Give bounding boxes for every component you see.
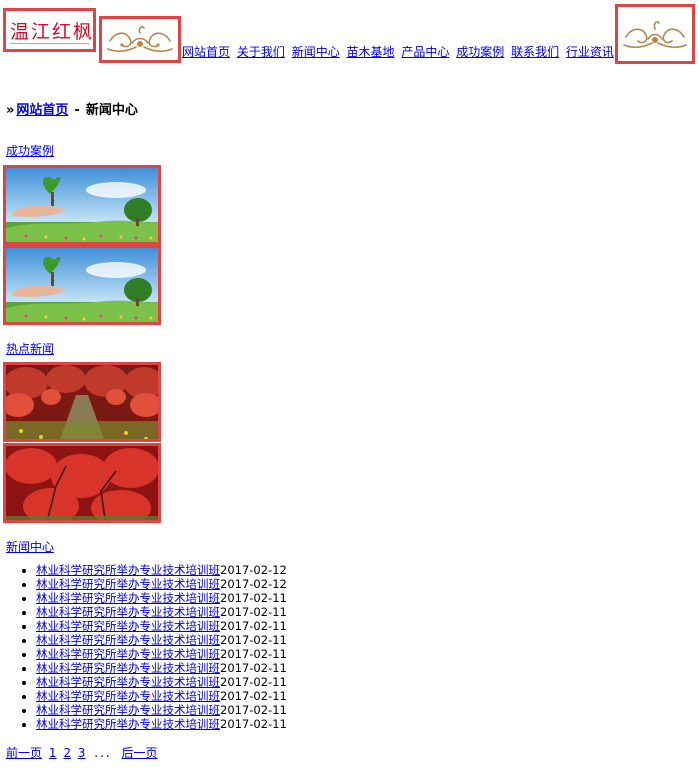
news-center-section-link[interactable]: 新闻中心 bbox=[6, 538, 54, 555]
logo-text: 温江红枫 bbox=[10, 21, 95, 43]
news-date: 2017-02-12 bbox=[220, 563, 287, 577]
news-title-link[interactable]: 林业科学研究所举办专业技术培训班 bbox=[36, 591, 220, 605]
logo-underline bbox=[10, 43, 89, 44]
breadcrumb-home-link[interactable]: 网站首页 bbox=[16, 103, 68, 118]
flourish-icon bbox=[623, 21, 687, 48]
next-page-link[interactable]: 后一页 bbox=[122, 746, 158, 760]
news-title-link[interactable]: 林业科学研究所举办专业技术培训班 bbox=[36, 605, 220, 619]
news-title-link[interactable]: 林业科学研究所举办专业技术培训班 bbox=[36, 619, 220, 633]
news-date: 2017-02-12 bbox=[220, 577, 287, 591]
news-date: 2017-02-11 bbox=[220, 619, 287, 633]
news-date: 2017-02-11 bbox=[220, 661, 287, 675]
nav-item-contact[interactable]: 联系我们 bbox=[511, 45, 559, 59]
list-item: 林业科学研究所举办专业技术培训班2017-02-11 bbox=[36, 661, 287, 675]
news-list: 林业科学研究所举办专业技术培训班2017-02-12 林业科学研究所举办专业技术… bbox=[0, 563, 287, 731]
news-title-link[interactable]: 林业科学研究所举办专业技术培训班 bbox=[36, 647, 220, 661]
breadcrumb-current: 新闻中心 bbox=[85, 103, 138, 118]
list-item: 林业科学研究所举办专业技术培训班2017-02-11 bbox=[36, 717, 287, 731]
hot-news-section-link[interactable]: 热点新闻 bbox=[6, 340, 54, 357]
list-item: 林业科学研究所举办专业技术培训班2017-02-11 bbox=[36, 591, 287, 605]
news-date: 2017-02-11 bbox=[220, 689, 287, 703]
news-date: 2017-02-11 bbox=[220, 675, 287, 689]
page-link-1[interactable]: 1 bbox=[49, 746, 57, 760]
nav-item-cases[interactable]: 成功案例 bbox=[456, 45, 504, 59]
ornament-image-left bbox=[99, 16, 181, 63]
list-item: 林业科学研究所举办专业技术培训班2017-02-11 bbox=[36, 675, 287, 689]
news-title-link[interactable]: 林业科学研究所举办专业技术培训班 bbox=[36, 633, 220, 647]
news-title-link[interactable]: 林业科学研究所举办专业技术培训班 bbox=[36, 689, 220, 703]
news-date: 2017-02-11 bbox=[220, 633, 287, 647]
hot-news-image-2[interactable] bbox=[3, 443, 161, 523]
news-title-link[interactable]: 林业科学研究所举办专业技术培训班 bbox=[36, 577, 220, 591]
news-date: 2017-02-11 bbox=[220, 647, 287, 661]
nav-item-about[interactable]: 关于我们 bbox=[237, 45, 285, 59]
pagination: 前一页 1 2 3 ... 后一页 bbox=[6, 744, 161, 761]
main-nav: 网站首页 关于我们 新闻中心 苗木基地 产品中心 成功案例 联系我们 行业资讯 bbox=[182, 43, 617, 60]
ornament-image-right bbox=[615, 4, 695, 64]
breadcrumb-arrow-icon: » bbox=[6, 103, 15, 118]
news-title-link[interactable]: 林业科学研究所举办专业技术培训班 bbox=[36, 563, 220, 577]
news-date: 2017-02-11 bbox=[220, 605, 287, 619]
list-item: 林业科学研究所举办专业技术培训班2017-02-11 bbox=[36, 619, 287, 633]
nav-item-nursery[interactable]: 苗木基地 bbox=[347, 45, 395, 59]
site-logo[interactable]: 温江红枫 bbox=[3, 8, 96, 52]
list-item: 林业科学研究所举办专业技术培训班2017-02-11 bbox=[36, 647, 287, 661]
case-image-2[interactable] bbox=[3, 245, 161, 325]
news-title-link[interactable]: 林业科学研究所举办专业技术培训班 bbox=[36, 717, 220, 731]
nav-item-products[interactable]: 产品中心 bbox=[401, 45, 449, 59]
flourish-icon bbox=[107, 26, 173, 52]
news-date: 2017-02-11 bbox=[220, 717, 287, 731]
breadcrumb-separator: - bbox=[74, 103, 80, 118]
hot-news-image-1[interactable] bbox=[3, 362, 161, 442]
page-link-3[interactable]: 3 bbox=[78, 746, 86, 760]
news-title-link[interactable]: 林业科学研究所举办专业技术培训班 bbox=[36, 703, 220, 717]
list-item: 林业科学研究所举办专业技术培训班2017-02-12 bbox=[36, 577, 287, 591]
news-date: 2017-02-11 bbox=[220, 591, 287, 605]
breadcrumb: » 网站首页 - 新闻中心 bbox=[6, 99, 138, 118]
page-link-2[interactable]: 2 bbox=[63, 746, 71, 760]
pagination-ellipsis: ... bbox=[94, 746, 112, 760]
cases-section-link[interactable]: 成功案例 bbox=[6, 142, 54, 159]
nav-item-industry[interactable]: 行业资讯 bbox=[566, 45, 614, 59]
news-title-link[interactable]: 林业科学研究所举办专业技术培训班 bbox=[36, 675, 220, 689]
list-item: 林业科学研究所举办专业技术培训班2017-02-11 bbox=[36, 633, 287, 647]
list-item: 林业科学研究所举办专业技术培训班2017-02-11 bbox=[36, 605, 287, 619]
list-item: 林业科学研究所举办专业技术培训班2017-02-11 bbox=[36, 703, 287, 717]
list-item: 林业科学研究所举办专业技术培训班2017-02-11 bbox=[36, 689, 287, 703]
nav-item-news[interactable]: 新闻中心 bbox=[292, 45, 340, 59]
news-date: 2017-02-11 bbox=[220, 703, 287, 717]
prev-page-link[interactable]: 前一页 bbox=[6, 746, 42, 760]
case-image-1[interactable] bbox=[3, 165, 161, 245]
list-item: 林业科学研究所举办专业技术培训班2017-02-12 bbox=[36, 563, 287, 577]
news-title-link[interactable]: 林业科学研究所举办专业技术培训班 bbox=[36, 661, 220, 675]
nav-item-home[interactable]: 网站首页 bbox=[182, 45, 230, 59]
